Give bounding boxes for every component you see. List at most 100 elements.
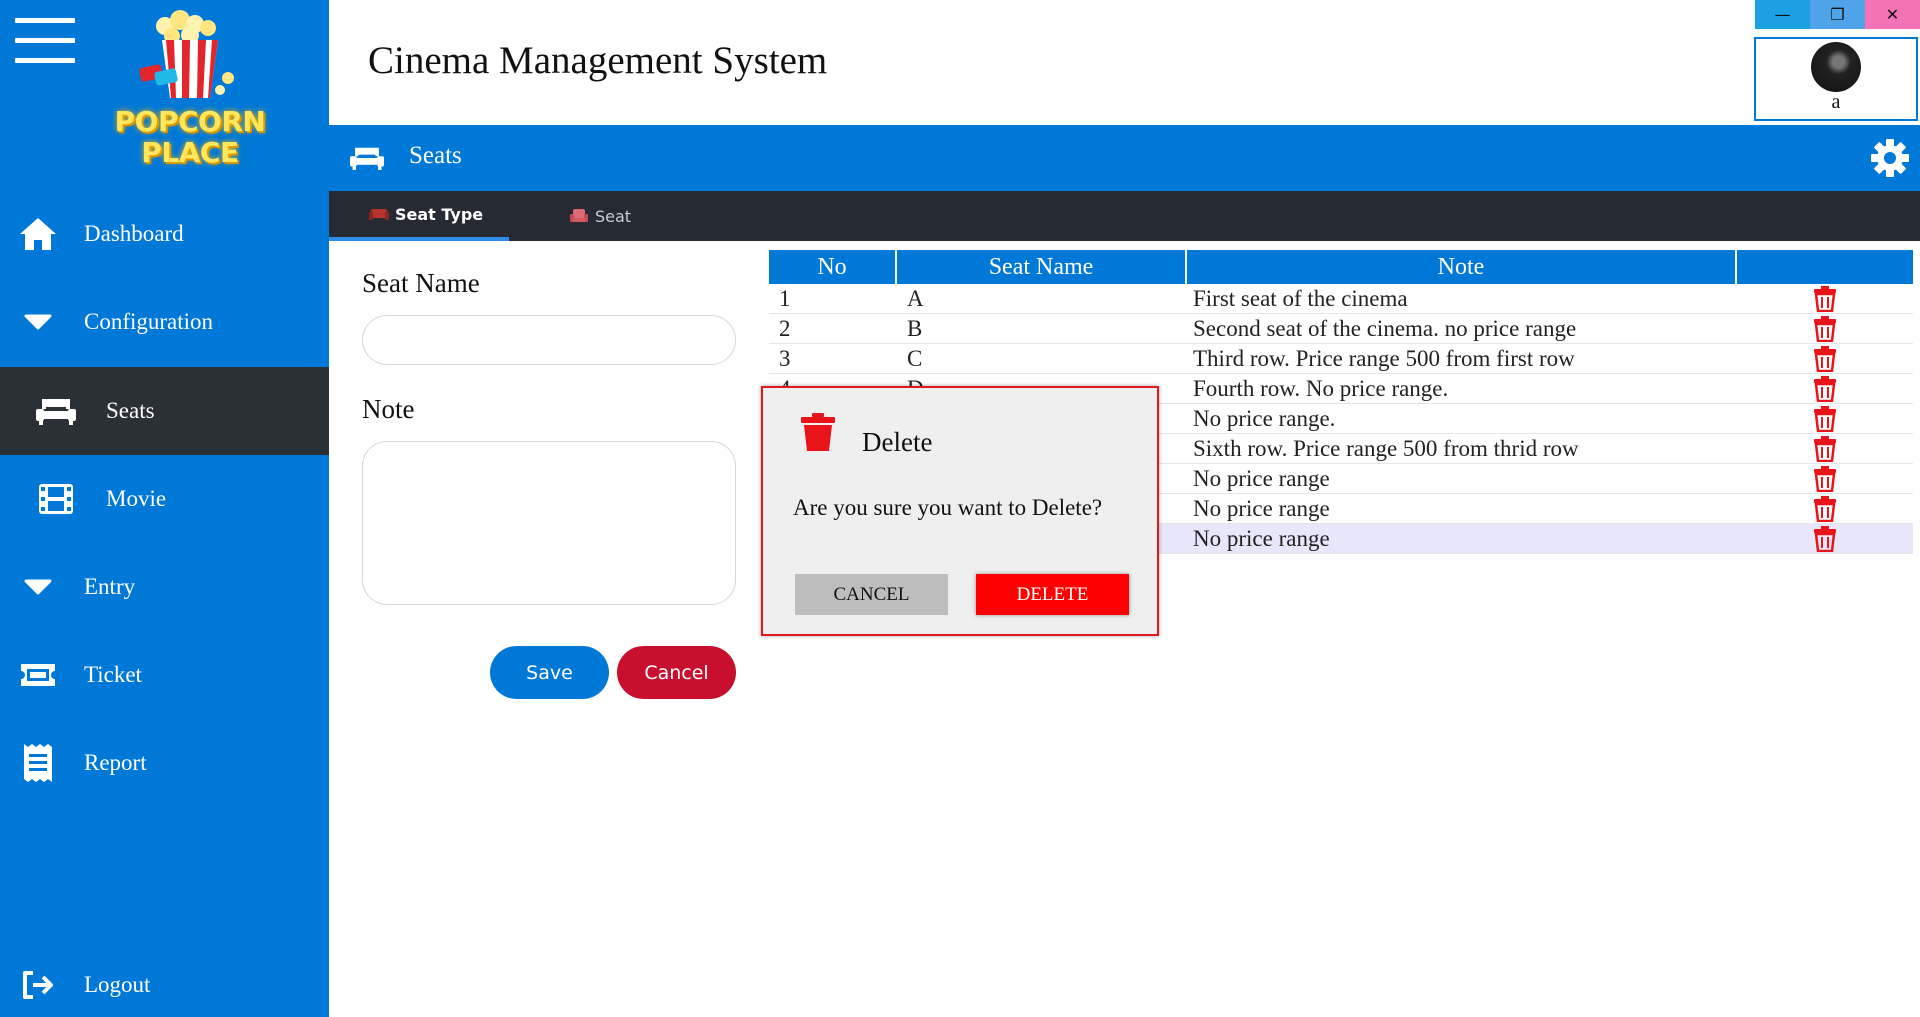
armchair-icon [570,209,588,222]
delete-row-button[interactable] [1737,374,1913,403]
table-row[interactable]: 1 A First seat of the cinema [769,284,1913,314]
title-bar: Cinema Management System — ❐ ✕ a [329,0,1920,125]
cell-no: 2 [779,315,791,341]
delete-row-button[interactable] [1737,464,1913,493]
dialog-cancel-button[interactable]: CANCEL [795,574,948,615]
tab-bar: Seat Type Seat [329,191,1920,241]
delete-row-button[interactable] [1737,284,1913,313]
cell-no: 3 [779,345,791,371]
gear-icon[interactable] [1870,138,1910,178]
save-button[interactable]: Save [490,646,609,699]
popcorn-place-logo: POPCORN PLACE [100,8,280,178]
tab-label: Seat Type [395,204,484,224]
trash-icon [1813,285,1837,312]
note-textarea[interactable] [362,441,736,605]
caret-down-icon [16,300,60,344]
table-row[interactable]: 3 C Third row. Price range 500 from first … [769,344,1913,374]
tab-seat[interactable]: Seat [569,191,689,241]
app-window: POPCORN PLACE Dashboard Configuration Se… [0,0,1920,1017]
logout-icon [16,963,60,1007]
delete-row-button[interactable] [1737,314,1913,343]
sidebar-item-label: Entry [84,574,136,599]
trash-icon [1813,465,1837,492]
sidebar-item-label: Configuration [84,309,214,334]
logo-text: POPCORN PLACE [114,105,266,169]
column-header-seat-name[interactable]: Seat Name [897,250,1187,284]
sidebar-item-label: Dashboard [84,221,184,246]
dialog-delete-button[interactable]: DELETE [976,574,1129,615]
window-controls: — ❐ ✕ [1755,0,1920,29]
close-button[interactable]: ✕ [1865,0,1920,29]
sidebar-item-label: Movie [106,486,167,511]
sidebar-item-movie[interactable]: Movie [0,455,329,543]
film-icon [34,477,78,521]
cell-seat-name: A [907,285,924,311]
sidebar-item-label: Ticket [84,662,142,687]
avatar [1811,42,1861,92]
sofa-icon [350,147,384,170]
sidebar-item-seats[interactable]: Seats [0,367,329,455]
cell-seat-name: B [907,315,923,341]
trash-icon [1813,375,1837,402]
trash-icon [1813,345,1837,372]
cell-note: No price range [1193,465,1330,491]
trash-icon [1813,405,1837,432]
tab-seat-type[interactable]: Seat Type [329,191,509,241]
seat-type-icon [369,209,389,220]
dialog-message: Are you sure you want to Delete? [793,495,1103,520]
trash-icon [1813,315,1837,342]
sidebar-item-label: Seats [106,398,155,423]
cell-note: Third row. Price range 500 from first ro… [1193,345,1575,371]
cell-note: No price range [1193,525,1330,551]
seat-name-input[interactable] [362,315,736,365]
trash-icon [801,413,835,451]
user-profile[interactable]: a [1754,37,1918,121]
column-header-no[interactable]: No [769,250,897,284]
column-header-note[interactable]: Note [1187,250,1737,284]
sidebar-item-label: Logout [84,972,151,997]
table-row[interactable]: 2 B Second seat of the cinema. no price ra… [769,314,1913,344]
cell-note: No price range. [1193,405,1336,431]
delete-confirm-dialog: Delete Are you sure you want to Delete? … [761,386,1159,636]
popcorn-icon [139,10,234,98]
sofa-icon [34,389,78,433]
maximize-button[interactable]: ❐ [1810,0,1865,29]
trash-icon [1813,435,1837,462]
cell-note: Second seat of the cinema. no price rang… [1193,315,1577,341]
delete-row-button[interactable] [1737,404,1913,433]
cell-note: Sixth row. Price range 500 from thrid ro… [1193,435,1579,461]
delete-row-button[interactable] [1737,434,1913,463]
cell-note: First seat of the cinema [1193,285,1408,311]
sidebar-item-logout[interactable]: Logout [0,941,329,1017]
hamburger-menu-icon[interactable] [15,18,75,64]
delete-row-button[interactable] [1737,524,1913,553]
table-header: No Seat Name Note [769,250,1913,284]
minimize-button[interactable]: — [1755,0,1810,29]
sidebar-item-dashboard[interactable]: Dashboard [0,190,329,278]
sidebar: POPCORN PLACE Dashboard Configuration Se… [0,0,329,1017]
delete-row-button[interactable] [1737,344,1913,373]
sidebar-item-configuration[interactable]: Configuration [0,278,329,366]
cell-seat-name: C [907,345,923,371]
page-header: Seats [329,125,1920,191]
ticket-icon [16,653,60,697]
cancel-button[interactable]: Cancel [617,646,736,699]
trash-icon [1813,525,1837,552]
receipt-icon [16,741,60,785]
app-title: Cinema Management System [368,39,828,82]
sidebar-item-ticket[interactable]: Ticket [0,631,329,719]
tab-label: Seat [595,206,632,226]
column-header-action [1737,250,1913,284]
delete-row-button[interactable] [1737,494,1913,523]
seat-name-label: Seat Name [362,268,480,298]
caret-down-icon [16,565,60,609]
trash-icon [1813,495,1837,522]
cell-no: 1 [779,285,791,311]
sidebar-item-report[interactable]: Report [0,719,329,807]
note-label: Note [362,394,415,424]
user-name: a [1831,91,1841,113]
home-icon [16,212,60,256]
sidebar-item-label: Report [84,750,147,775]
page-title: Seats [409,142,462,169]
sidebar-item-entry[interactable]: Entry [0,543,329,631]
